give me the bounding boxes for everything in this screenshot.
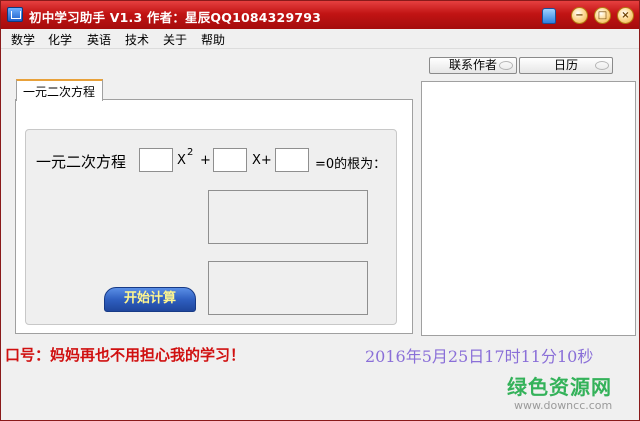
slogan-text: 口号：妈妈再也不用担心我的学习！ [5,346,246,364]
close-icon[interactable]: × [617,7,634,24]
calculate-button[interactable]: 开始计算 [104,287,196,312]
coefficient-b-input[interactable] [213,148,247,172]
shirt-icon[interactable] [539,6,557,24]
coefficient-a-input[interactable] [139,148,173,172]
menu-item-help[interactable]: 帮助 [201,31,225,48]
clock-text: 2016年5月25日17时11分10秒 [365,347,594,366]
equation-suffix: =0的根为： [315,157,387,172]
menu-bar: 数学 化学 英语 技术 关于 帮助 [1,29,639,49]
plus-sign: + [200,153,211,168]
menu-item-technology[interactable]: 技术 [125,31,149,48]
root-one-output[interactable] [208,190,368,244]
maximize-icon[interactable]: □ [594,7,611,24]
root-two-output[interactable] [208,261,368,315]
menu-item-chemistry[interactable]: 化学 [48,31,72,48]
window-title: 初中学习助手 V1.3 作者：星辰QQ1084329793 [29,10,322,25]
superscript-two: 2 [187,147,194,158]
app-window: 初中学习助手 V1.3 作者：星辰QQ1084329793 − □ × 数学 化… [0,0,640,421]
calendar-button[interactable]: 日历 [519,57,613,74]
calendar-label: 日历 [553,58,578,72]
side-panel [421,81,636,336]
tab-label: 一元二次方程 [23,85,96,99]
contact-author-button[interactable]: 联系作者 [429,57,517,74]
menu-item-math[interactable]: 数学 [11,31,35,48]
swirl-icon [499,61,513,70]
swirl-icon [595,61,609,70]
app-icon [7,7,23,22]
contact-author-label: 联系作者 [448,58,497,72]
equation-label: 一元二次方程 [36,153,127,171]
minimize-icon[interactable]: − [571,7,588,24]
menu-item-english[interactable]: 英语 [87,31,111,48]
coefficient-c-input[interactable] [275,148,309,172]
watermark-title: 绿色资源网 [507,375,612,399]
x-plus-text: X+ [252,153,272,168]
watermark-url: www.downcc.com [514,399,613,412]
x-squared-text: X [177,153,186,168]
tab-quadratic-equation[interactable]: 一元二次方程 [16,79,103,101]
title-bar[interactable]: 初中学习助手 V1.3 作者：星辰QQ1084329793 − □ × [1,1,639,29]
menu-item-about[interactable]: 关于 [163,31,187,48]
